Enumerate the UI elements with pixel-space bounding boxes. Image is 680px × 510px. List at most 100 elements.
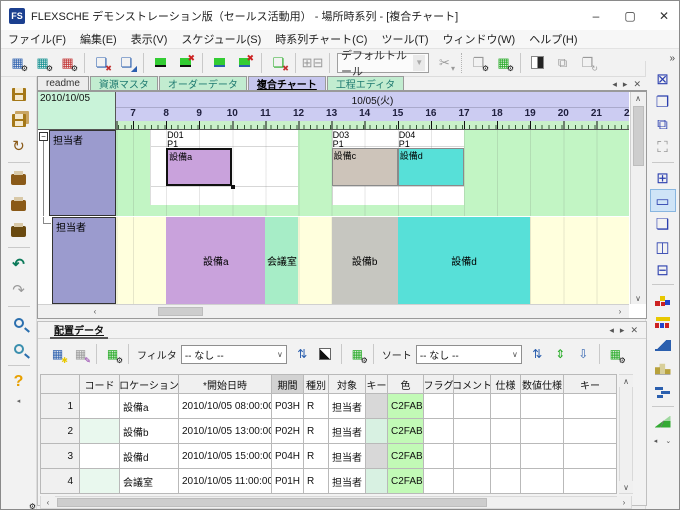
- unschedule-forward-icon[interactable]: [174, 51, 197, 74]
- contrast-icon[interactable]: [526, 51, 549, 74]
- schedule-forward-icon[interactable]: [149, 51, 172, 74]
- stack-windows-icon[interactable]: ❏: [650, 212, 676, 235]
- table-scroll-left-icon[interactable]: ‹: [41, 496, 55, 508]
- zoom-icon[interactable]: [6, 311, 32, 335]
- cell-comment[interactable]: [454, 444, 491, 469]
- menu-item[interactable]: ヘルプ(H): [522, 29, 584, 49]
- column-header-期間[interactable]: 期間: [272, 374, 304, 394]
- print-preview-icon[interactable]: [6, 219, 32, 243]
- scatter-chart-icon[interactable]: [650, 288, 676, 311]
- help-icon[interactable]: ?: [6, 370, 32, 394]
- panel-close-icon[interactable]: ✕: [630, 325, 638, 336]
- column-header-数値仕様[interactable]: 数値仕様: [521, 374, 564, 394]
- table-row[interactable]: 2設備b2010/10/05 13:00:00P02HR担当者C2FAB6: [40, 419, 617, 444]
- gantt-chart-icon[interactable]: [650, 380, 676, 403]
- unassign-operation-icon[interactable]: ❏✖: [90, 51, 113, 74]
- column-header-コード[interactable]: コード: [80, 374, 120, 394]
- chart-scroll-up-icon[interactable]: ∧: [631, 92, 645, 104]
- save-icon[interactable]: [6, 82, 32, 106]
- cell-spec[interactable]: [491, 469, 521, 494]
- column-header-仕様[interactable]: 仕様: [491, 374, 521, 394]
- cell-kind[interactable]: R: [304, 444, 329, 469]
- cell-spec[interactable]: [491, 394, 521, 419]
- cell-numspec[interactable]: [521, 444, 564, 469]
- print-icon[interactable]: [6, 167, 32, 191]
- tab-scroll-right-icon[interactable]: ▸: [623, 79, 628, 90]
- cell-color[interactable]: C2FAB6: [388, 469, 424, 494]
- filter-table-settings-icon[interactable]: ▦⚙: [347, 344, 368, 365]
- table-config-icon[interactable]: ▦⚙: [492, 51, 515, 74]
- cell-comment[interactable]: [454, 419, 491, 444]
- cell-spec[interactable]: [491, 419, 521, 444]
- column-header-rownum[interactable]: [40, 374, 80, 394]
- cell-target[interactable]: 担当者: [329, 394, 366, 419]
- menu-item[interactable]: スケジュール(S): [174, 29, 268, 49]
- cell-numspec[interactable]: [521, 394, 564, 419]
- load-bar-設備d[interactable]: 設備d: [398, 217, 530, 304]
- area-chart-icon[interactable]: [650, 334, 676, 357]
- duplicate-window-icon[interactable]: ⧉: [650, 113, 676, 136]
- table-settings-icon[interactable]: ▦⚙: [102, 344, 123, 365]
- rule-select-arrow-icon[interactable]: ▼: [413, 55, 425, 71]
- cell-location[interactable]: 会議室: [120, 469, 179, 494]
- cell-location[interactable]: 設備b: [120, 419, 179, 444]
- close-button[interactable]: ✕: [647, 1, 680, 30]
- cell-start[interactable]: 2010/10/05 08:00:00: [179, 394, 272, 419]
- close-chart-icon[interactable]: ⊠: [650, 67, 676, 90]
- cell-flag[interactable]: [424, 419, 454, 444]
- column-header-コメント[interactable]: コメント: [454, 374, 491, 394]
- gantt-bar-設備d[interactable]: 設備d: [398, 148, 464, 186]
- cell-code[interactable]: [80, 394, 120, 419]
- rightdock-more-icon[interactable]: ⌄: [665, 437, 671, 445]
- layout-windows-refresh-icon[interactable]: ❐↻: [576, 51, 599, 74]
- cell-start[interactable]: 2010/10/05 11:00:00: [179, 469, 272, 494]
- table-vertical-scrollbar[interactable]: ∧ ∨: [619, 374, 633, 494]
- cell-location[interactable]: 設備d: [120, 444, 179, 469]
- gantt-bar-設備c[interactable]: 設備c: [332, 148, 398, 186]
- cell-color[interactable]: C2FAB6: [388, 394, 424, 419]
- reschedule-icon[interactable]: ✂▾: [433, 51, 456, 74]
- cell-key2[interactable]: [564, 394, 617, 419]
- menu-item[interactable]: 表示(V): [124, 29, 175, 49]
- tab-オーダーデータ[interactable]: オーダーデータ: [159, 76, 247, 90]
- undo-icon[interactable]: ↶: [6, 252, 32, 276]
- selection-frame-icon[interactable]: ⛶: [650, 136, 676, 159]
- tab-工程エディタ[interactable]: 工程エディタ: [327, 76, 404, 90]
- cell-color[interactable]: C2FAB6: [388, 419, 424, 444]
- chart-horizontal-scrollbar[interactable]: ‹ ›: [38, 304, 629, 318]
- cell-code[interactable]: [80, 444, 120, 469]
- cell-key[interactable]: [366, 444, 388, 469]
- cancel-result-icon[interactable]: ❏✖: [267, 51, 290, 74]
- bar-chart-icon[interactable]: [650, 357, 676, 380]
- split-horizontal-icon[interactable]: ⊟: [650, 258, 676, 281]
- cell-kind[interactable]: R: [304, 419, 329, 444]
- column-header-種別[interactable]: 種別: [304, 374, 329, 394]
- chart-delete-icon[interactable]: ▦⚙: [56, 51, 79, 74]
- tab-複合チャート[interactable]: 複合チャート: [248, 76, 326, 90]
- cell-duration[interactable]: P02H: [272, 419, 304, 444]
- window-config-icon[interactable]: ❐⚙: [467, 51, 490, 74]
- cell-start[interactable]: 2010/10/05 13:00:00: [179, 419, 272, 444]
- cell-location[interactable]: 設備a: [120, 394, 179, 419]
- chart-new-icon[interactable]: ▦⚙: [6, 51, 29, 74]
- cell-num[interactable]: 2: [40, 419, 80, 444]
- menu-item[interactable]: ウィンドウ(W): [436, 29, 523, 49]
- column-header-*開始日時[interactable]: *開始日時: [179, 374, 272, 394]
- insert-row-icon[interactable]: ▦✱: [47, 344, 68, 365]
- cell-key2[interactable]: [564, 419, 617, 444]
- chart-vertical-scrollbar[interactable]: ∧ ∨: [630, 92, 646, 304]
- chart-settings-icon[interactable]: ▦⚙: [31, 51, 54, 74]
- cascade-window-icon[interactable]: ❐: [650, 90, 676, 113]
- filter-contrast-icon[interactable]: [315, 344, 336, 365]
- panel-tab-left-icon[interactable]: ◂: [609, 325, 614, 336]
- cell-duration[interactable]: P01H: [272, 469, 304, 494]
- gantt-bar-設備a[interactable]: 設備a: [166, 148, 232, 186]
- unschedule-backward-icon[interactable]: [233, 51, 256, 74]
- table-row[interactable]: 3設備d2010/10/05 15:00:00P04HR担当者C2FAB6: [40, 444, 617, 469]
- assign-operation-icon[interactable]: ❏◢: [115, 51, 138, 74]
- tab-資源マスタ[interactable]: 資源マスタ: [90, 76, 158, 90]
- menu-item[interactable]: ファイル(F): [1, 29, 73, 49]
- cell-flag[interactable]: [424, 394, 454, 419]
- rule-select[interactable]: デフォルトルール▼: [337, 53, 429, 73]
- sort-table-settings-icon[interactable]: ▦⚙: [605, 344, 626, 365]
